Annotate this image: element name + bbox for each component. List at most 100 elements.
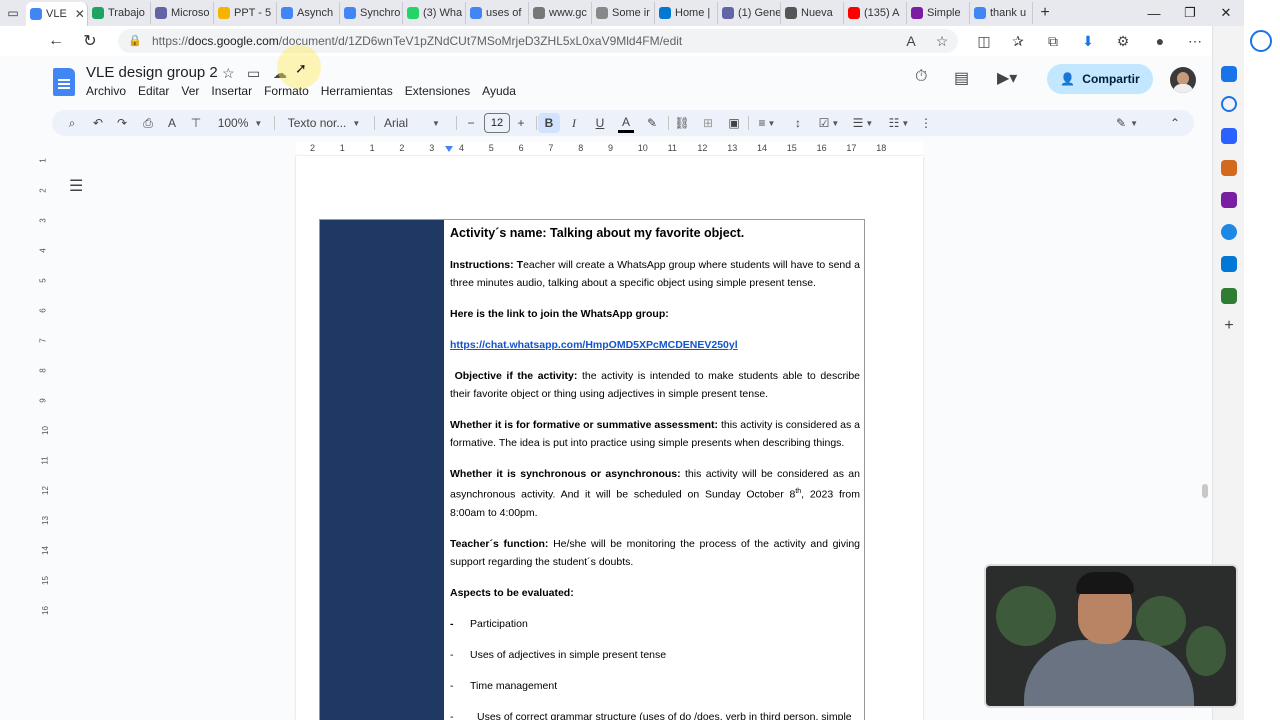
collections-icon[interactable]: ⧉: [1038, 26, 1068, 56]
italic-icon[interactable]: I: [566, 113, 582, 133]
menu-item[interactable]: Editar: [138, 84, 169, 98]
extensions-icon[interactable]: ⚙: [1108, 26, 1138, 56]
browser-tab[interactable]: www.gc: [529, 2, 592, 24]
collapse-toolbar-icon[interactable]: ⌃: [1168, 113, 1182, 133]
games-icon[interactable]: [1221, 192, 1237, 208]
split-screen-icon[interactable]: ◫: [969, 26, 999, 56]
favorite-star-icon[interactable]: ☆: [927, 26, 957, 56]
copilot-icon[interactable]: [1221, 224, 1237, 240]
add-icon[interactable]: +: [1221, 318, 1237, 334]
download-icon[interactable]: ⬇: [1073, 26, 1103, 56]
browser-tab[interactable]: Home |: [655, 2, 718, 24]
paint-format-icon[interactable]: ⊤: [188, 113, 204, 133]
tab-actions-icon[interactable]: ▭: [0, 0, 26, 26]
decrease-font-size-icon[interactable]: −: [464, 113, 478, 133]
editing-mode-icon[interactable]: ✎ ▼: [1112, 113, 1142, 133]
menu-item[interactable]: Herramientas: [321, 84, 393, 98]
search-icon[interactable]: [1221, 96, 1237, 112]
browser-tab[interactable]: Trabajo: [88, 2, 151, 24]
browser-tab[interactable]: (1) Gene: [718, 2, 781, 24]
bing-icon[interactable]: [1250, 30, 1272, 52]
tag-icon[interactable]: [1221, 128, 1237, 144]
spellcheck-icon[interactable]: A: [164, 113, 180, 133]
more-options-icon[interactable]: ⋮: [920, 113, 932, 133]
tools-icon[interactable]: [1221, 160, 1237, 176]
zoom-select[interactable]: 100% ▼: [214, 113, 266, 133]
back-icon[interactable]: ←: [40, 26, 72, 56]
browser-tab[interactable]: Microso: [151, 2, 214, 24]
ruler-tick: 16: [816, 143, 827, 153]
browser-tab[interactable]: PPT - 5: [214, 2, 277, 24]
docs-logo-icon[interactable]: [53, 68, 75, 96]
browser-tab[interactable]: uses of: [466, 2, 529, 24]
ruler-tick: 15: [786, 143, 797, 153]
menu-item[interactable]: Extensiones: [405, 84, 470, 98]
align-icon[interactable]: ≡ ▼: [754, 113, 780, 133]
bold-icon[interactable]: B: [538, 113, 560, 133]
close-window-icon[interactable]: ✕: [1208, 0, 1244, 26]
browser-tab[interactable]: Simple: [907, 2, 970, 24]
star-icon[interactable]: ☆: [222, 65, 235, 82]
tab-close-icon[interactable]: ✕: [75, 7, 85, 21]
favorites-icon[interactable]: ✰: [1003, 26, 1033, 56]
underline-icon[interactable]: U: [592, 113, 608, 133]
menu-item[interactable]: Ayuda: [482, 84, 516, 98]
browser-tab[interactable]: (3) Wha: [403, 2, 466, 24]
comments-icon[interactable]: ▤: [954, 68, 969, 88]
move-folder-icon[interactable]: ▭: [247, 65, 260, 82]
document-page[interactable]: Activity´s name: Talking about my favori…: [296, 156, 923, 720]
font-size-input[interactable]: 12: [484, 113, 510, 133]
browser-tab[interactable]: thank u: [970, 2, 1033, 24]
send-icon[interactable]: [1221, 288, 1237, 304]
scrollbar-thumb[interactable]: [1202, 484, 1208, 498]
meet-icon[interactable]: ▶▾: [997, 68, 1017, 88]
browser-tab[interactable]: Nueva: [781, 2, 844, 24]
bulleted-list-icon[interactable]: ☰ ▼: [850, 113, 876, 133]
url-input[interactable]: 🔒 https://docs.google.com/document/d/1ZD…: [118, 29, 958, 53]
checklist-icon[interactable]: ☑ ▼: [816, 113, 842, 133]
menu-item[interactable]: Archivo: [86, 84, 126, 98]
more-menu-icon[interactable]: ⋯: [1180, 26, 1210, 56]
add-comment-icon[interactable]: ⊞: [700, 113, 716, 133]
activity-title: Activity´s name: Talking about my favori…: [450, 226, 745, 240]
style-select[interactable]: Texto nor... ▼: [282, 113, 366, 133]
indent-marker[interactable]: [445, 146, 453, 152]
minimize-icon[interactable]: —: [1136, 0, 1172, 26]
share-button[interactable]: 👤 Compartir: [1047, 64, 1153, 94]
browser-tab[interactable]: Some ir: [592, 2, 655, 24]
profile-icon[interactable]: ●: [1145, 26, 1175, 56]
vertical-ruler: 1 2 3 4 5 6 7 8 9 10 11 12 13 14 15 16: [37, 156, 50, 720]
insert-image-icon[interactable]: ▣: [726, 113, 742, 133]
highlight-icon[interactable]: ✎: [644, 113, 660, 133]
ruler-tick: 11: [40, 456, 50, 465]
browser-tab[interactable]: VLE ✕: [26, 2, 88, 26]
outline-icon[interactable]: ☰: [69, 176, 83, 196]
browser-tab[interactable]: Synchro: [340, 2, 403, 24]
reload-icon[interactable]: ↻: [74, 26, 106, 56]
browser-tab[interactable]: Asynch: [277, 2, 340, 24]
notifications-icon[interactable]: [1221, 66, 1237, 82]
avatar[interactable]: [1170, 67, 1196, 93]
read-aloud-icon[interactable]: A: [896, 26, 926, 56]
increase-font-size-icon[interactable]: +: [514, 113, 528, 133]
text-color-icon[interactable]: A: [618, 113, 634, 133]
outlook-icon[interactable]: [1221, 256, 1237, 272]
browser-tab[interactable]: (135) A: [844, 2, 907, 24]
menu-item[interactable]: Ver: [181, 84, 199, 98]
undo-icon[interactable]: ↶: [90, 113, 106, 133]
document-title[interactable]: VLE design group 2: [86, 64, 218, 81]
link-icon[interactable]: ⛓: [674, 113, 690, 133]
new-tab-icon[interactable]: +: [1033, 4, 1057, 22]
redo-icon[interactable]: ↷: [114, 113, 130, 133]
table-content-cell[interactable]: Activity´s name: Talking about my favori…: [450, 224, 860, 720]
whatsapp-link[interactable]: https://chat.whatsapp.com/HmpOMD5XPcMCDE…: [450, 339, 738, 351]
tab-label: (3) Wha: [423, 7, 463, 19]
maximize-icon[interactable]: ❐: [1172, 0, 1208, 26]
menu-item[interactable]: Insertar: [211, 84, 252, 98]
font-select[interactable]: Arial ▼: [384, 113, 448, 133]
version-history-icon[interactable]: ⏱: [915, 68, 927, 86]
search-menus-icon[interactable]: ⌕: [64, 113, 80, 133]
print-icon[interactable]: ⎙: [140, 113, 156, 133]
line-spacing-icon[interactable]: ↕: [790, 113, 806, 133]
numbered-list-icon[interactable]: ☷ ▼: [886, 113, 912, 133]
